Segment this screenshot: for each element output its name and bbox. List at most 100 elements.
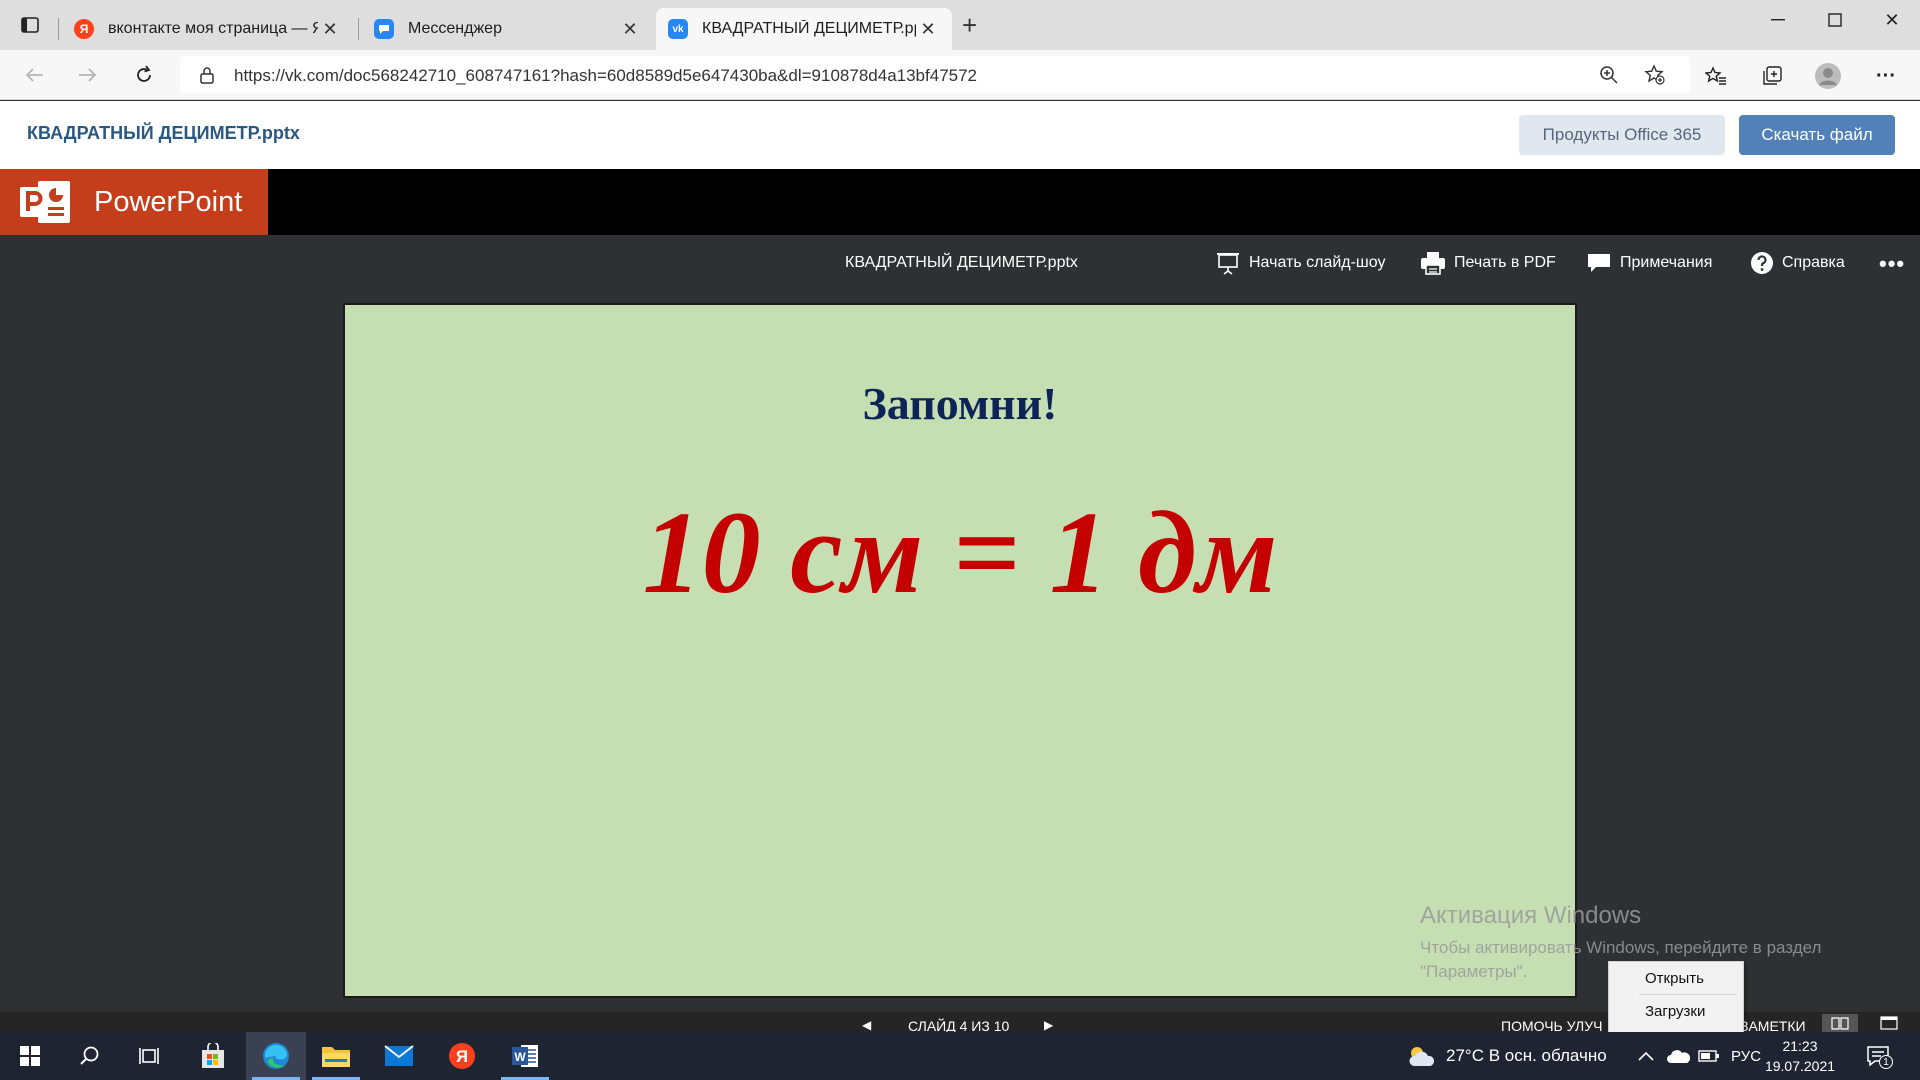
more-options-icon[interactable]: •••: [1879, 251, 1905, 277]
tab-title: вконтакте моя страница — Янд: [108, 20, 318, 37]
new-tab-button[interactable]: +: [962, 12, 977, 38]
start-button[interactable]: [0, 1032, 60, 1080]
taskbar-mail[interactable]: [369, 1032, 429, 1080]
task-view-icon: [139, 1048, 159, 1064]
search-button[interactable]: [60, 1032, 120, 1080]
office-365-button[interactable]: Продукты Office 365: [1519, 115, 1725, 155]
favorites-icon[interactable]: [1700, 61, 1732, 91]
document-title: КВАДРАТНЫЙ ДЕЦИМЕТР.pptx: [27, 123, 300, 143]
task-view-button[interactable]: [120, 1032, 180, 1080]
notification-icon: 1: [1866, 1045, 1893, 1069]
download-file-button[interactable]: Скачать файл: [1739, 115, 1895, 155]
taskbar-edge[interactable]: [246, 1032, 306, 1080]
weather-widget[interactable]: 27°C В осн. облачно: [1406, 1032, 1607, 1080]
svg-text:Я: Я: [456, 1047, 468, 1066]
lock-icon[interactable]: [194, 63, 220, 87]
reading-view-icon[interactable]: [1822, 1014, 1858, 1032]
add-favorite-icon[interactable]: [1642, 63, 1668, 87]
clock-time: 21:23: [1782, 1038, 1818, 1054]
tab-messenger[interactable]: Мессенджер ✕: [362, 8, 654, 50]
previous-slide-icon[interactable]: ◀: [862, 1018, 871, 1032]
slide-title: Запомни!: [862, 378, 1058, 429]
help-button[interactable]: Справка: [1750, 249, 1845, 277]
vk-icon: vk: [668, 19, 688, 39]
url-field[interactable]: https://vk.com/doc568242710_608747161?ha…: [180, 56, 1690, 94]
windows-taskbar: Я W 27°C В осн. облачно РУС 21:23 19.07.…: [0, 1032, 1920, 1080]
weather-cloud-icon: [1406, 1044, 1436, 1068]
mail-icon: [384, 1045, 414, 1066]
clock-date: 19.07.2021: [1764, 1058, 1836, 1074]
slide-view-icon[interactable]: [1880, 1016, 1898, 1033]
url-text: https://vk.com/doc568242710_608747161?ha…: [234, 66, 978, 85]
search-icon: [80, 1046, 99, 1065]
notes-label: Примечания: [1620, 254, 1713, 271]
notes-button[interactable]: Примечания: [1586, 249, 1712, 277]
activation-watermark-line: Чтобы активировать Windows, перейдите в …: [1420, 938, 1822, 957]
help-icon: [1750, 251, 1774, 275]
start-slideshow-button[interactable]: Начать слайд-шоу: [1215, 249, 1385, 277]
powerpoint-brand[interactable]: PowerPoint: [0, 169, 268, 235]
tab-yandex[interactable]: Я вконтакте моя страница — Янд ✕: [62, 8, 354, 50]
maximize-button[interactable]: [1807, 0, 1863, 40]
taskbar-store[interactable]: [183, 1032, 243, 1080]
notification-center-button[interactable]: 1: [1866, 1032, 1893, 1080]
start-slideshow-label: Начать слайд-шоу: [1249, 254, 1386, 271]
notification-badge: 1: [1879, 1055, 1893, 1069]
tab-separator: [358, 18, 359, 40]
viewer-file-name: КВАДРАТНЫЙ ДЕЦИМЕТР.pptx: [845, 254, 1078, 271]
tab-actions-icon[interactable]: [10, 10, 50, 40]
window-close-button[interactable]: ✕: [1864, 0, 1920, 40]
next-slide-icon[interactable]: ▶: [1044, 1018, 1053, 1032]
show-hidden-icons-icon[interactable]: [1638, 1032, 1654, 1080]
slide-equation: 10 см = 1 дм: [642, 487, 1278, 618]
context-menu-downloads[interactable]: Загрузки: [1645, 1003, 1705, 1020]
viewer-toolbar: КВАДРАТНЫЙ ДЕЦИМЕТР.pptx Начать слайд-шо…: [0, 235, 1920, 291]
tab-title: Мессенджер: [408, 20, 502, 37]
forward-button[interactable]: [72, 60, 104, 90]
powerpoint-logo-icon: [18, 177, 72, 227]
onedrive-icon[interactable]: [1666, 1032, 1690, 1080]
yandex-browser-icon: Я: [449, 1043, 475, 1069]
tab-separator: [58, 18, 59, 40]
back-button[interactable]: [18, 60, 50, 90]
tab-vk-document[interactable]: vk КВАДРАТНЫЙ ДЕЦИМЕТР.pptx ✕: [656, 8, 952, 50]
zoom-icon[interactable]: [1596, 63, 1622, 87]
powerpoint-header: PowerPoint: [0, 169, 1920, 235]
presentation-icon: [1215, 251, 1241, 275]
context-menu-open[interactable]: Открыть: [1645, 970, 1704, 987]
yandex-icon: Я: [74, 19, 94, 39]
profile-avatar-icon[interactable]: [1812, 61, 1844, 91]
store-icon: [202, 1043, 224, 1068]
browser-tab-strip: Я вконтакте моя страница — Янд ✕ Мессенд…: [0, 0, 1920, 50]
tab-title: КВАДРАТНЫЙ ДЕЦИМЕТР.pptx: [702, 20, 916, 37]
minimize-button[interactable]: [1750, 0, 1806, 40]
taskbar-word[interactable]: W: [495, 1032, 555, 1080]
context-menu-separator: [1639, 994, 1737, 995]
powerpoint-app-name: PowerPoint: [94, 185, 243, 218]
close-icon[interactable]: ✕: [916, 19, 940, 40]
folder-icon: [322, 1047, 350, 1067]
system-clock[interactable]: 21:23 19.07.2021: [1758, 1036, 1842, 1076]
help-label: Справка: [1782, 254, 1845, 271]
input-language[interactable]: РУС: [1731, 1032, 1761, 1080]
word-icon: W: [512, 1045, 538, 1067]
print-pdf-label: Печать в PDF: [1454, 254, 1556, 271]
taskbar-yandex[interactable]: Я: [432, 1032, 492, 1080]
print-pdf-button[interactable]: Печать в PDF: [1420, 249, 1556, 277]
browser-menu-icon[interactable]: ···: [1870, 61, 1902, 91]
battery-icon[interactable]: [1698, 1032, 1720, 1080]
context-menu: Открыть Загрузки: [1608, 961, 1744, 1033]
close-icon[interactable]: ✕: [318, 19, 342, 40]
vk-document-header: КВАДРАТНЫЙ ДЕЦИМЕТР.pptx Продукты Office…: [0, 101, 1920, 169]
windows-logo-icon: [20, 1046, 40, 1066]
taskbar-explorer[interactable]: [306, 1032, 366, 1080]
comment-icon: [1586, 251, 1612, 275]
reload-button[interactable]: [128, 60, 160, 90]
close-icon[interactable]: ✕: [618, 19, 642, 40]
address-bar: https://vk.com/doc568242710_608747161?ha…: [0, 50, 1920, 100]
collections-icon[interactable]: [1756, 61, 1788, 91]
messenger-icon: [374, 19, 394, 39]
weather-text: 27°C В осн. облачно: [1446, 1046, 1607, 1065]
edge-icon: [263, 1043, 289, 1069]
svg-text:W: W: [514, 1050, 526, 1064]
